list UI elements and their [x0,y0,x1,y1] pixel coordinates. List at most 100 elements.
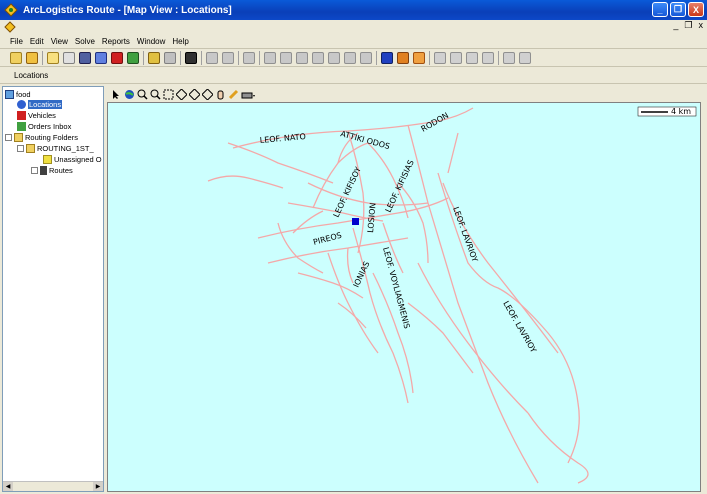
unassign-icon[interactable] [243,51,255,64]
map-view-icon[interactable] [397,51,409,64]
tree-label-unassigned: Unassigned O [54,154,102,164]
vehicle-icon[interactable] [111,51,123,64]
pencil-icon[interactable] [228,89,239,100]
map-view[interactable]: 4 km LEOF. NATO ATTIKI ODOS RODON LEOF. … [107,102,701,492]
globe-icon[interactable] [124,89,135,100]
menu-reports[interactable]: Reports [102,37,130,46]
tree-item-orders-inbox[interactable]: Orders Inbox [17,121,71,131]
mdi-restore-button[interactable]: ❐ [684,20,692,31]
tool-b-icon[interactable] [450,51,462,64]
expand-icon[interactable] [31,166,38,174]
toolbar-separator [42,50,43,65]
close-button[interactable]: X [688,2,704,17]
tool-d-icon[interactable] [482,51,494,64]
toolbar-separator [376,50,377,65]
pointer-icon[interactable] [111,89,122,100]
new-project-icon[interactable] [10,51,22,64]
tree-item-locations[interactable]: Locations [17,99,63,109]
tool-c-icon[interactable] [466,51,478,64]
open-folder-icon[interactable] [26,51,38,64]
tree-label-routing-folders: Routing Folders [25,132,78,142]
tree-item-routes[interactable]: Routes [31,165,73,175]
menu-solve[interactable]: Solve [75,37,95,46]
location-marker[interactable] [352,218,359,225]
tree-item-routing-1st[interactable]: ROUTING_1ST_ [17,143,94,153]
tree-label-routes: Routes [49,165,73,175]
scale-bar: 4 km [637,106,697,117]
previous-extent-icon[interactable] [189,88,200,100]
project-icon [5,89,14,99]
road-label-leof-kifisoy: LEOF. KIFISOY [332,165,363,218]
document-icon[interactable] [4,21,16,33]
copy2-icon[interactable] [296,51,308,64]
toolbar-separator [238,50,239,65]
schedule-icon[interactable] [413,51,425,64]
settings-icon[interactable] [206,51,218,64]
menu-window[interactable]: Window [137,37,165,46]
tree-root-label: food [16,89,31,99]
mdi-control-row: _ ❐ x [0,20,707,34]
toolbar-separator [429,50,430,65]
tool-a-icon[interactable] [434,51,446,64]
route-icon[interactable] [148,51,160,64]
tree-item-routing-folders[interactable]: Routing Folders [5,132,78,142]
expand-icon[interactable] [5,133,12,141]
title-bar: ArcLogistics Route - [Map View : Locatio… [0,0,707,20]
project-tree: food Locations Vehicles Orders Inbox Rou… [2,86,104,492]
tree-item-vehicles[interactable]: Vehicles [17,110,56,120]
tree-label-orders: Orders Inbox [28,121,72,131]
minimize-button[interactable]: _ [652,2,668,17]
location-icon[interactable] [95,51,107,64]
menu-file[interactable]: File [10,37,23,46]
road-network-map[interactable]: 4 km LEOF. NATO ATTIKI ODOS RODON LEOF. … [108,103,701,492]
undo-icon[interactable] [328,51,340,64]
dispatch-icon[interactable] [222,51,234,64]
tree-item-unassigned[interactable]: Unassigned O [43,154,102,164]
copy-icon[interactable] [63,51,75,64]
folder-icon [26,143,35,153]
tree-label-routing-1st: ROUTING_1ST_ [37,143,94,153]
print-icon[interactable] [503,51,515,64]
scroll-right-arrow-icon[interactable]: ▶ [93,482,103,491]
paste-icon[interactable] [312,51,324,64]
find-icon[interactable] [185,51,197,64]
table-view-icon[interactable] [381,51,393,64]
mdi-close-button[interactable]: x [699,20,704,31]
scroll-left-arrow-icon[interactable]: ◀ [3,482,13,491]
menu-help[interactable]: Help [172,37,188,46]
zoom-rect-icon[interactable] [163,89,174,100]
select-all-icon[interactable] [360,51,372,64]
properties-icon[interactable] [264,51,276,64]
save-icon[interactable] [79,51,91,64]
full-extent-icon[interactable] [176,88,187,100]
folder-icon [14,132,23,142]
road-label-leof-nato: LEOF. NATO [259,132,306,145]
pan-hand-icon[interactable] [215,89,226,100]
order-icon[interactable] [127,51,139,64]
maximize-button[interactable]: ❐ [670,2,686,17]
delete-icon[interactable] [344,51,356,64]
window-title: ArcLogistics Route - [Map View : Locatio… [23,4,232,16]
toolbar-separator [498,50,499,65]
menu-view[interactable]: View [51,37,68,46]
print-preview-icon[interactable] [519,51,531,64]
toolbar-separator [180,50,181,65]
menu-edit[interactable]: Edit [30,37,44,46]
road-label-pireos: PIREOS [312,231,343,247]
route-edit-icon[interactable] [164,51,176,64]
expand-icon[interactable] [17,144,24,152]
locations-icon [17,99,26,109]
new-folder-icon[interactable] [47,51,59,64]
mdi-minimize-button[interactable]: _ [673,20,678,31]
tree-horizontal-scrollbar[interactable]: ◀ ▶ [3,481,103,491]
vehicle-icon [17,110,26,120]
next-extent-icon[interactable] [202,88,213,100]
map-vertical-scrollbar[interactable] [701,102,707,492]
tree-item-root[interactable]: food [5,89,31,99]
road-label-rodon: RODON [420,111,451,134]
cut-icon[interactable] [280,51,292,64]
menu-bar: File Edit View Solve Reports Window Help [0,35,707,49]
zoom-out-icon[interactable] [150,89,161,100]
zoom-in-icon[interactable] [137,89,148,100]
print-map-icon[interactable] [241,89,255,100]
